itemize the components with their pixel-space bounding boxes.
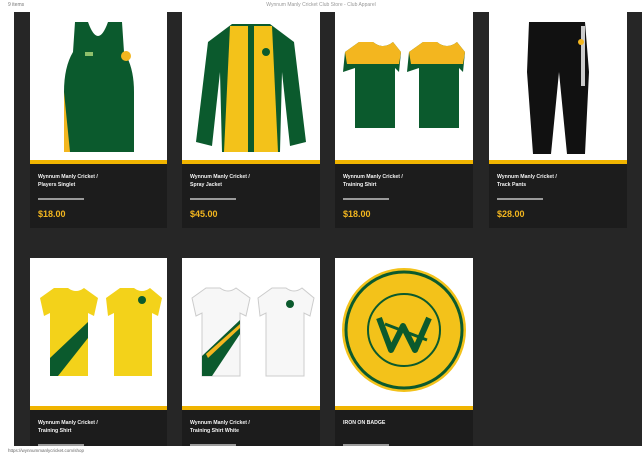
product-card[interactable]: Wynnum Manly Cricket / Track Pants $28.0… (489, 12, 627, 228)
divider (38, 198, 84, 200)
pants-icon (527, 22, 589, 154)
product-price: $18.00 (38, 209, 66, 219)
club-badge-icon (342, 268, 466, 392)
product-title[interactable]: Wynnum Manly Cricket / Training Shirt (343, 173, 463, 189)
product-title[interactable]: Wynnum Manly Cricket / Training Shirt (38, 419, 158, 435)
divider (190, 444, 236, 446)
divider (497, 198, 543, 200)
product-image[interactable] (335, 12, 473, 160)
product-image[interactable] (182, 12, 320, 160)
accent-bar (182, 406, 320, 410)
product-image[interactable] (335, 258, 473, 406)
product-card[interactable]: Wynnum Manly Cricket / Training Shirt (30, 258, 167, 446)
product-image[interactable] (30, 258, 167, 406)
product-price: $18.00 (343, 209, 371, 219)
product-price: $45.00 (190, 209, 218, 219)
divider (343, 198, 389, 200)
status-url: https://wynnummanlycricket.com/shop (8, 448, 85, 453)
accent-bar (30, 406, 167, 410)
product-card[interactable]: Wynnum Manly Cricket / Spray Jacket $45.… (182, 12, 320, 228)
product-grid: Wynnum Manly Cricket / Players Singlet $… (14, 12, 642, 446)
product-card[interactable]: IRON ON BADGE (335, 258, 473, 446)
white-tshirt-icon (191, 287, 315, 377)
product-title[interactable]: Wynnum Manly Cricket / Spray Jacket (190, 173, 310, 189)
tshirt-icon (343, 42, 465, 128)
yellow-tshirt-icon (40, 288, 162, 376)
product-title[interactable]: Wynnum Manly Cricket / Players Singlet (38, 173, 158, 189)
product-card[interactable]: Wynnum Manly Cricket / Training Shirt $1… (335, 12, 473, 228)
product-image[interactable] (489, 12, 627, 160)
product-price: $28.00 (497, 209, 525, 219)
accent-bar (30, 160, 167, 164)
accent-bar (335, 160, 473, 164)
product-title[interactable]: Wynnum Manly Cricket / Training Shirt Wh… (190, 419, 310, 435)
page-heading: Wynnum Manly Cricket Club Store - Club A… (266, 2, 376, 8)
jacket-icon (196, 24, 306, 152)
divider (343, 444, 389, 446)
divider (38, 444, 84, 446)
browser-header: 9 items Wynnum Manly Cricket Club Store … (0, 0, 642, 12)
accent-bar (182, 160, 320, 164)
product-card[interactable]: Wynnum Manly Cricket / Players Singlet $… (30, 12, 167, 228)
singlet-icon (64, 22, 134, 152)
accent-bar (335, 406, 473, 410)
product-image[interactable] (30, 12, 167, 160)
product-title[interactable]: Wynnum Manly Cricket / Track Pants (497, 173, 617, 189)
accent-bar (489, 160, 627, 164)
product-card[interactable]: Wynnum Manly Cricket / Training Shirt Wh… (182, 258, 320, 446)
product-title[interactable]: IRON ON BADGE (343, 419, 463, 427)
product-image[interactable] (182, 258, 320, 406)
divider (190, 198, 236, 200)
